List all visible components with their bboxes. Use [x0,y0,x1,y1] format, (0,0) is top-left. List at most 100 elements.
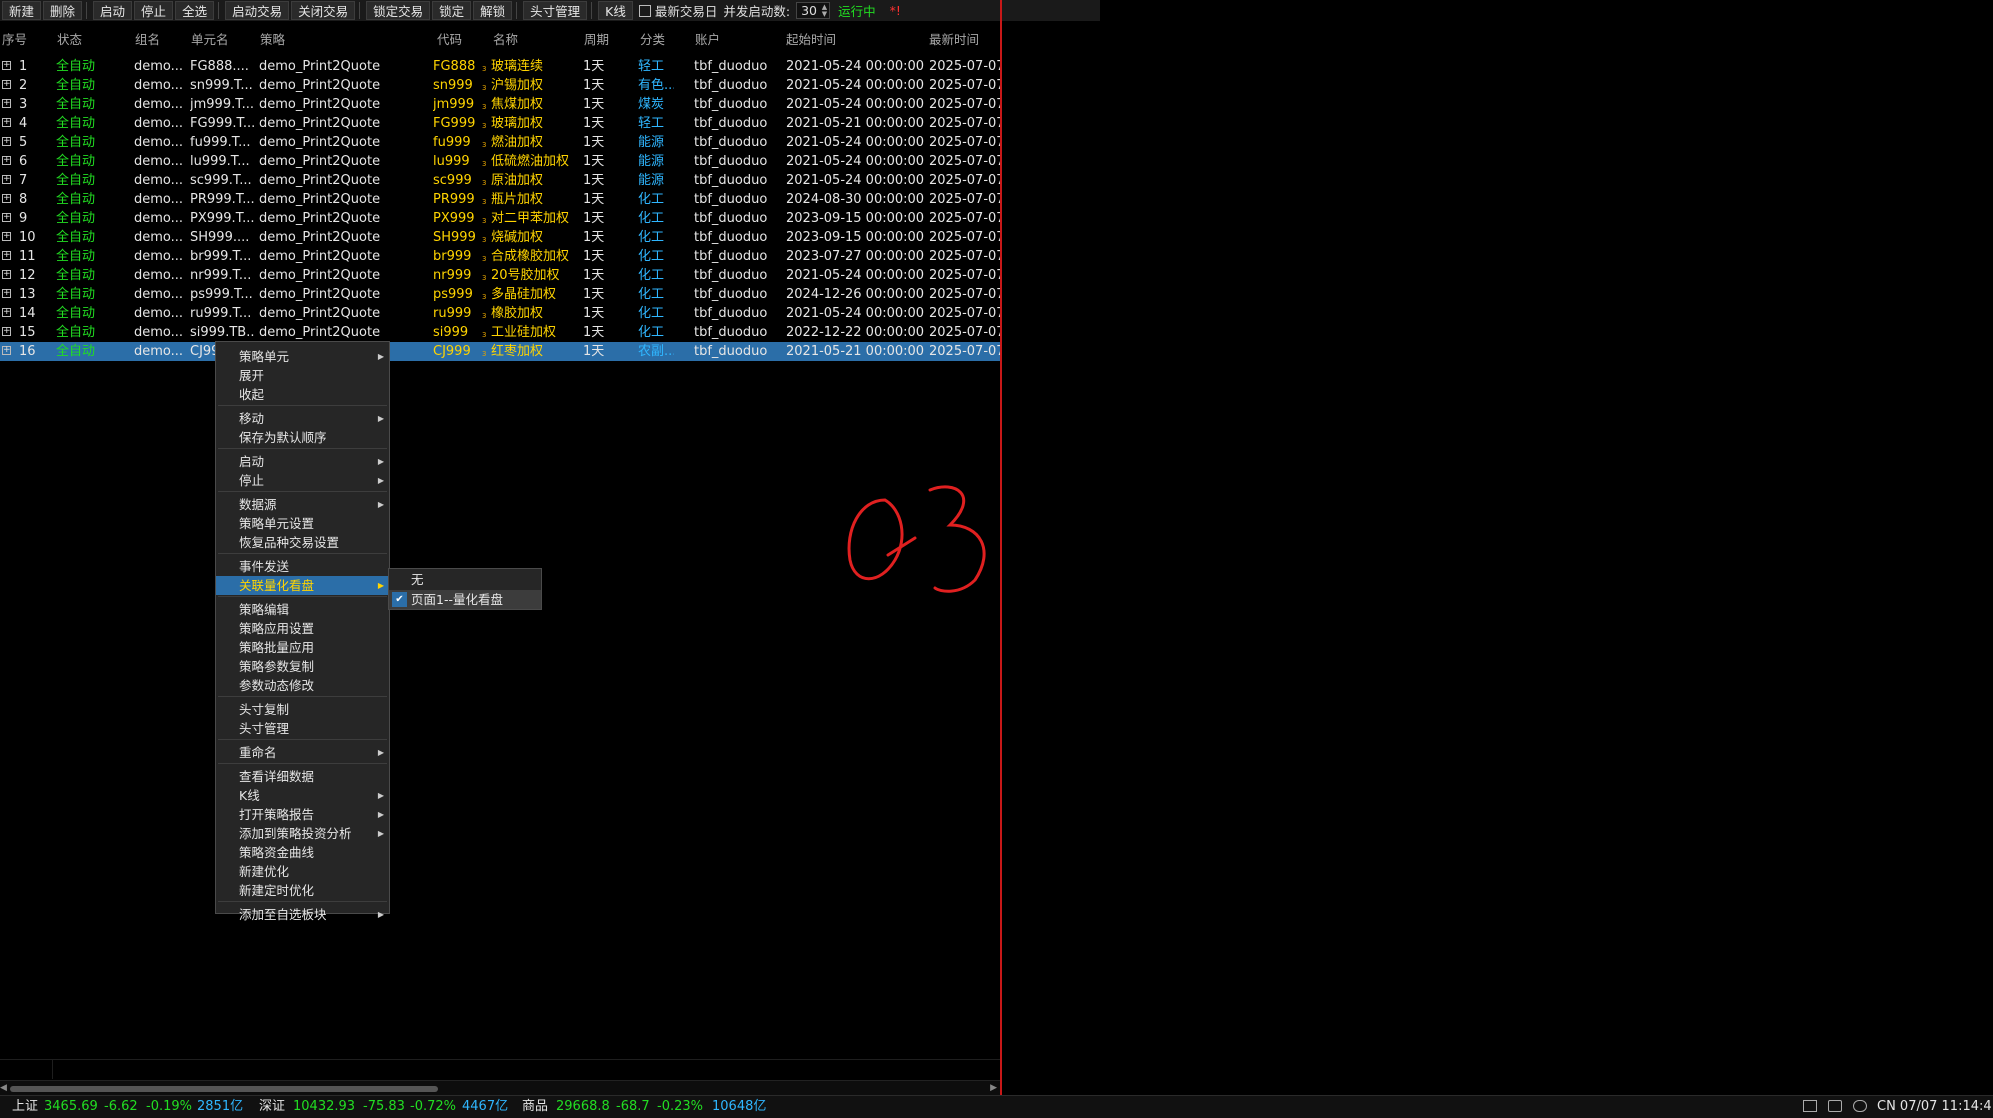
expand-icon[interactable]: + [2,327,11,336]
table-row[interactable]: +16全自动demo...CJ999demo_Print2QuoteCJ999红… [0,342,1000,361]
expand-icon[interactable]: + [2,137,11,146]
expand-icon[interactable]: + [2,194,11,203]
context-menu-item[interactable]: 策略单元设置 [216,514,389,533]
kline-button[interactable]: K线 [598,1,633,20]
header-code[interactable]: 代码 [437,29,462,48]
start-button[interactable]: 启动 [93,1,133,20]
row-start-time: 2021-05-24 00:00:00 [786,268,925,283]
table-row[interactable]: +6 全自动 demo... lu999.T... demo_Print2Quote lu… [0,152,1000,171]
table-row[interactable]: +3 全自动 demo... jm999.T... demo_Print2Quote jm… [0,95,1000,114]
unlock-button[interactable]: 解锁 [473,1,513,20]
expand-icon[interactable]: + [2,251,11,260]
submenu-item-page1[interactable]: ✔ 页面1--量化看盘 [389,590,541,609]
context-menu-item[interactable]: 打开策略报告 ▶ [216,805,389,824]
context-menu-item[interactable]: 展开 [216,366,389,385]
context-menu-item[interactable]: 策略参数复制 [216,657,389,676]
expand-icon[interactable]: + [2,118,11,127]
context-menu-item[interactable]: 数据源 ▶ [216,495,389,514]
context-menu-item[interactable]: 头寸复制 [216,700,389,719]
latest-trade-day-checkbox[interactable] [638,4,651,17]
header-group[interactable]: 组名 [135,29,160,48]
header-account[interactable]: 账户 [695,29,720,48]
commodity-index-label[interactable]: 商品 [522,1096,548,1118]
notes-icon[interactable] [1803,1100,1817,1112]
table-row[interactable]: +4 全自动 demo... FG999.T... demo_Print2Quote FG… [0,114,1000,133]
context-menu-item[interactable]: 关联量化看盘 ▶ [216,576,389,595]
header-name[interactable]: 名称 [493,29,518,48]
table-row[interactable]: +15 全自动 demo... si999.TB... demo_Print2Quote… [0,323,1000,342]
new-button[interactable]: 新建 [2,1,42,20]
context-menu-item[interactable]: 事件发送 [216,557,389,576]
context-menu-item[interactable]: 策略批量应用 [216,638,389,657]
header-strategy[interactable]: 策略 [260,29,285,48]
table-row[interactable]: +9 全自动 demo... PX999.T... demo_Print2Quote PX… [0,209,1000,228]
table-row[interactable]: +7 全自动 demo... sc999.T... demo_Print2Quote sc… [0,171,1000,190]
context-menu-item[interactable]: 头寸管理 [216,719,389,738]
context-menu-item[interactable]: 查看详细数据 [216,767,389,786]
submenu-item-none[interactable]: 无 [389,570,541,589]
header-category[interactable]: 分类 [640,29,665,48]
context-menu-item[interactable]: 参数动态修改 [216,676,389,695]
scroll-right-icon[interactable]: ▶ [990,1083,997,1093]
header-idx[interactable]: 序号 [2,29,27,48]
context-menu-item[interactable]: 停止 ▶ [216,471,389,490]
expand-icon[interactable]: + [2,346,11,355]
scrollbar-thumb[interactable] [10,1086,438,1092]
context-menu-item[interactable]: 重命名 ▶ [216,743,389,762]
stop-button[interactable]: 停止 [134,1,174,20]
table-row[interactable]: +12 全自动 demo... nr999.T... demo_Print2Quote n… [0,266,1000,285]
header-start-time[interactable]: 起始时间 [786,29,836,48]
lock-trade-button[interactable]: 锁定交易 [366,1,431,20]
table-row[interactable]: +8 全自动 demo... PR999.T... demo_Print2Quote PR… [0,190,1000,209]
context-menu-item[interactable]: 收起 [216,385,389,404]
context-menu-item[interactable]: 添加至自选板块 ▶ [216,905,389,924]
position-management-button[interactable]: 头寸管理 [523,1,588,20]
context-menu-item[interactable]: 策略编辑 [216,600,389,619]
expand-icon[interactable]: + [2,156,11,165]
context-menu-item[interactable]: 添加到策略投资分析 ▶ [216,824,389,843]
header-period[interactable]: 周期 [584,29,609,48]
expand-icon[interactable]: + [2,289,11,298]
context-menu-item[interactable]: 策略资金曲线 [216,843,389,862]
header-status[interactable]: 状态 [57,29,82,48]
sh-index-label[interactable]: 上证 [12,1096,38,1118]
sz-index-label[interactable]: 深证 [259,1096,285,1118]
context-menu-item[interactable]: 保存为默认顺序 [216,428,389,447]
row-start-time: 2023-09-15 00:00:00 [786,211,925,226]
table-row[interactable]: +2 全自动 demo... sn999.T... demo_Print2Quote sn… [0,76,1000,95]
table-row[interactable]: +10 全自动 demo... SH999.... demo_Print2Quote SH… [0,228,1000,247]
start-trade-button[interactable]: 启动交易 [225,1,290,20]
close-trade-button[interactable]: 关闭交易 [291,1,356,20]
message-icon[interactable] [1828,1100,1842,1112]
table-row[interactable]: +5 全自动 demo... fu999.T... demo_Print2Quote fu… [0,133,1000,152]
expand-icon[interactable]: + [2,99,11,108]
table-row[interactable]: +11 全自动 demo... br999.T... demo_Print2Quote b… [0,247,1000,266]
table-row[interactable]: +13 全自动 demo... ps999.T... demo_Print2Quote p… [0,285,1000,304]
context-menu-item[interactable]: 启动 ▶ [216,452,389,471]
context-menu-item[interactable]: 新建定时优化 [216,881,389,900]
scroll-left-icon[interactable]: ◀ [0,1083,7,1093]
context-menu-item[interactable]: 策略应用设置 [216,619,389,638]
expand-icon[interactable]: + [2,232,11,241]
context-menu-item[interactable]: K线 ▶ [216,786,389,805]
select-all-button[interactable]: 全选 [175,1,215,20]
context-menu-item[interactable]: 策略单元 ▶ [216,347,389,366]
expand-icon[interactable]: + [2,80,11,89]
table-row[interactable]: +14 全自动 demo... ru999.T... demo_Print2Quote r… [0,304,1000,323]
context-menu-item[interactable]: 新建优化 [216,862,389,881]
header-last-time[interactable]: 最新时间 [929,29,979,48]
table-row[interactable]: +1 全自动 demo... FG888.... demo_Print2Quote FG8… [0,57,1000,76]
expand-icon[interactable]: + [2,270,11,279]
expand-icon[interactable]: + [2,61,11,70]
context-menu-item[interactable]: 移动 ▶ [216,409,389,428]
context-menu-item[interactable]: 恢复品种交易设置 [216,533,389,552]
header-unit[interactable]: 单元名 [191,29,229,48]
delete-button[interactable]: 删除 [43,1,83,20]
concurrency-spinbox[interactable]: 30 ▲ ▼ [796,2,831,19]
spin-down-icon[interactable]: ▼ [822,11,827,18]
cloud-icon[interactable] [1853,1100,1867,1112]
expand-icon[interactable]: + [2,175,11,184]
lock-button[interactable]: 锁定 [432,1,472,20]
expand-icon[interactable]: + [2,213,11,222]
expand-icon[interactable]: + [2,308,11,317]
